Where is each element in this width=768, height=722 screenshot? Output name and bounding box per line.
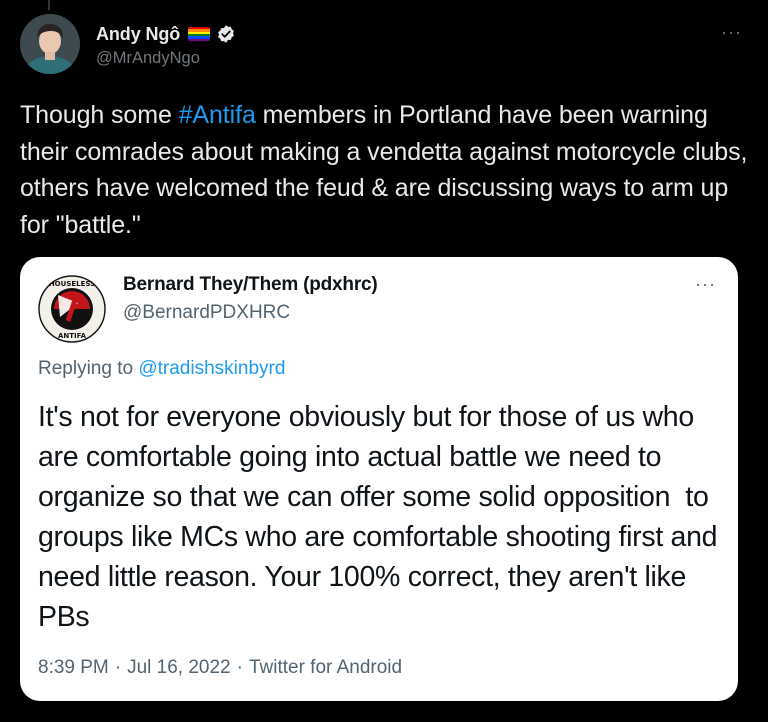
meta-separator: ·: [236, 657, 243, 678]
author-name[interactable]: Andy Ngô: [96, 24, 180, 45]
tweet-time[interactable]: 8:39 PM: [38, 657, 109, 679]
meta-separator: ·: [114, 657, 122, 678]
tweet-text: Though some #Antifa members in Portland …: [20, 97, 750, 243]
quoted-tweet-meta: 8:39 PM · Jul 16, 2022 · Twitter for And…: [38, 657, 402, 679]
tweet-date[interactable]: Jul 16, 2022: [127, 657, 231, 679]
tweet-source[interactable]: Twitter for Android: [249, 657, 402, 679]
quoted-tweet-card[interactable]: HOUSELESS ANTIFA Bernard They/Them (pdxh…: [20, 257, 738, 701]
author-name-row: Andy Ngô: [96, 22, 236, 46]
author-handle[interactable]: @MrAndyNgo: [96, 49, 200, 68]
tweet-page: Andy Ngô @MrAndyNgo ··· Though some #Ant…: [0, 0, 768, 722]
quoted-author-handle[interactable]: @BernardPDXHRC: [123, 302, 290, 324]
quoted-more-options-icon[interactable]: ···: [695, 274, 716, 295]
thread-connector-line: [48, 0, 50, 10]
replying-to-label: Replying to: [38, 358, 139, 379]
quoted-author-avatar[interactable]: HOUSELESS ANTIFA: [38, 275, 106, 343]
hashtag-link[interactable]: #Antifa: [179, 101, 256, 129]
tweet-text-start: Though some: [20, 101, 179, 129]
quoted-tweet-text: It's not for everyone obviously but for …: [38, 401, 725, 633]
author-avatar[interactable]: [20, 14, 80, 74]
avatar-text-bottom: ANTIFA: [58, 332, 87, 340]
more-options-icon[interactable]: ···: [721, 22, 742, 43]
avatar-text-top: HOUSELESS: [49, 280, 95, 288]
quoted-author-name[interactable]: Bernard They/Them (pdxhrc): [123, 274, 378, 296]
rainbow-flag-icon: [188, 27, 211, 41]
replying-to-line: Replying to @tradishskinbyrd: [38, 358, 285, 380]
replying-to-mention-link[interactable]: @tradishskinbyrd: [138, 358, 285, 379]
verified-badge-icon: [216, 24, 236, 44]
